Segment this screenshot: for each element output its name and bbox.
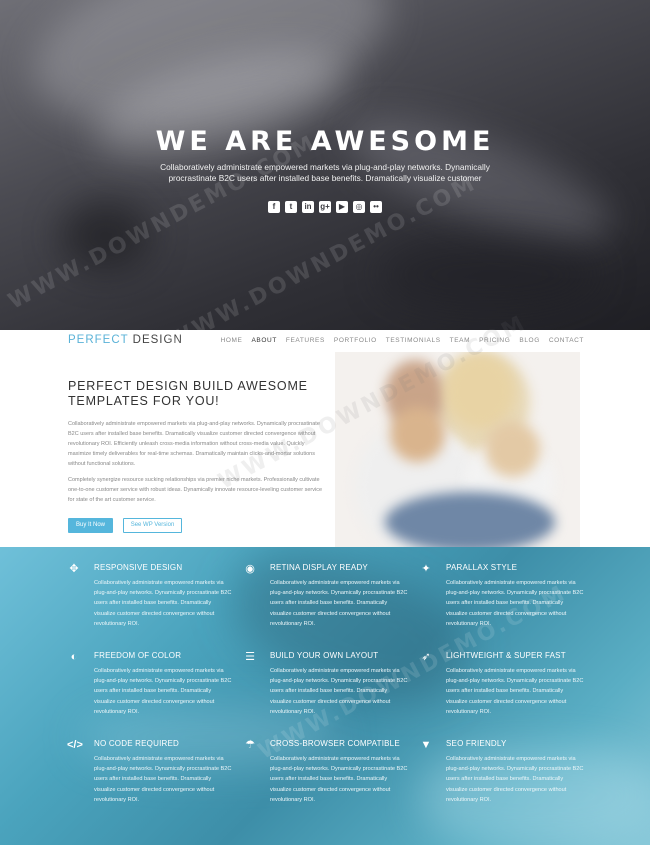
feature-title: PARALLAX STYLE	[446, 563, 518, 572]
nav-item-portfolio[interactable]: PORTFOLIO	[334, 337, 377, 344]
feature-description: Collaboratively administrate empowered m…	[270, 580, 408, 627]
nav-item-features[interactable]: FEATURES	[286, 337, 325, 344]
intro-title: PERFECT DESIGN BUILD AWESOME TEMPLATES F…	[68, 379, 308, 408]
feature-title: BUILD YOUR OWN LAYOUT	[270, 651, 379, 660]
facebook-icon[interactable]: f	[268, 201, 280, 213]
contrast-icon: ◐	[70, 651, 78, 663]
logo-part-1: PERFECT	[68, 334, 129, 346]
feature-description: Collaboratively administrate empowered m…	[94, 580, 232, 627]
feature-description: Collaboratively administrate empowered m…	[94, 668, 232, 715]
youtube-icon[interactable]: ▶	[336, 201, 348, 213]
feature-item: ◉ RETINA DISPLAY READY Collaboratively adm…	[243, 547, 418, 627]
twitter-icon[interactable]: t	[285, 201, 297, 213]
google-plus-icon[interactable]: g+	[319, 201, 331, 213]
intro-section: PERFECT DESIGN BUILD AWESOME TEMPLATES F…	[0, 352, 650, 547]
family-photo	[335, 352, 580, 547]
feature-description: Collaboratively administrate empowered m…	[446, 756, 584, 803]
magic-wand-icon: ✦	[421, 563, 431, 575]
hero-section: WE ARE AWESOME Collaboratively administr…	[0, 0, 650, 330]
code-icon: </>	[67, 739, 83, 751]
feature-description: Collaboratively administrate empowered m…	[270, 756, 408, 803]
nav-menu: HOME ABOUT FEATURES PORTFOLIO TESTIMONIALS TE…	[212, 337, 584, 344]
buy-it-now-button[interactable]: Buy It Now	[68, 518, 113, 533]
social-links: f t in g+ ▶ ◎ ••	[0, 196, 650, 214]
feature-title: NO CODE REQUIRED	[94, 739, 179, 748]
feature-description: Collaboratively administrate empowered m…	[446, 668, 584, 715]
main-nav: PERFECT DESIGN HOME ABOUT FEATURES PORTFOLI…	[0, 330, 650, 352]
filter-icon: ▼	[420, 739, 432, 751]
hero-subtitle: Collaboratively administrate empowered m…	[160, 162, 490, 183]
nav-item-testimonials[interactable]: TESTIMONIALS	[386, 337, 441, 344]
nav-item-contact[interactable]: CONTACT	[549, 337, 584, 344]
feature-item: ▼ SEO FRIENDLY Collaboratively administrat…	[419, 723, 594, 803]
feature-item: </> NO CODE REQUIRED Collaboratively admin…	[67, 723, 242, 803]
feature-item: ✥ RESPONSIVE DESIGN Collaboratively admini…	[67, 547, 242, 627]
feature-item: ◐ FREEDOM OF COLOR Collaboratively adminis…	[67, 635, 242, 715]
feature-description: Collaboratively administrate empowered m…	[94, 756, 232, 803]
flickr-icon[interactable]: ••	[370, 201, 382, 213]
nav-item-about[interactable]: ABOUT	[252, 337, 277, 344]
nav-item-home[interactable]: HOME	[221, 337, 243, 344]
list-icon: ☰	[245, 651, 255, 663]
instagram-icon[interactable]: ◎	[353, 201, 365, 213]
eye-icon: ◉	[245, 563, 255, 575]
linkedin-icon[interactable]: in	[302, 201, 314, 213]
intro-paragraph-2: Completely synergize resource sucking re…	[68, 477, 323, 503]
feature-title: RETINA DISPLAY READY	[270, 563, 368, 572]
hero-title: WE ARE AWESOME	[155, 126, 495, 157]
feature-title: RESPONSIVE DESIGN	[94, 563, 183, 572]
nav-item-blog[interactable]: BLOG	[519, 337, 539, 344]
feature-title: FREEDOM OF COLOR	[94, 651, 182, 660]
see-wp-version-button[interactable]: See WP Version	[123, 518, 182, 533]
feature-title: SEO FRIENDLY	[446, 739, 507, 748]
hero-background-blur	[380, 240, 600, 310]
arrows-move-icon: ✥	[69, 563, 79, 575]
